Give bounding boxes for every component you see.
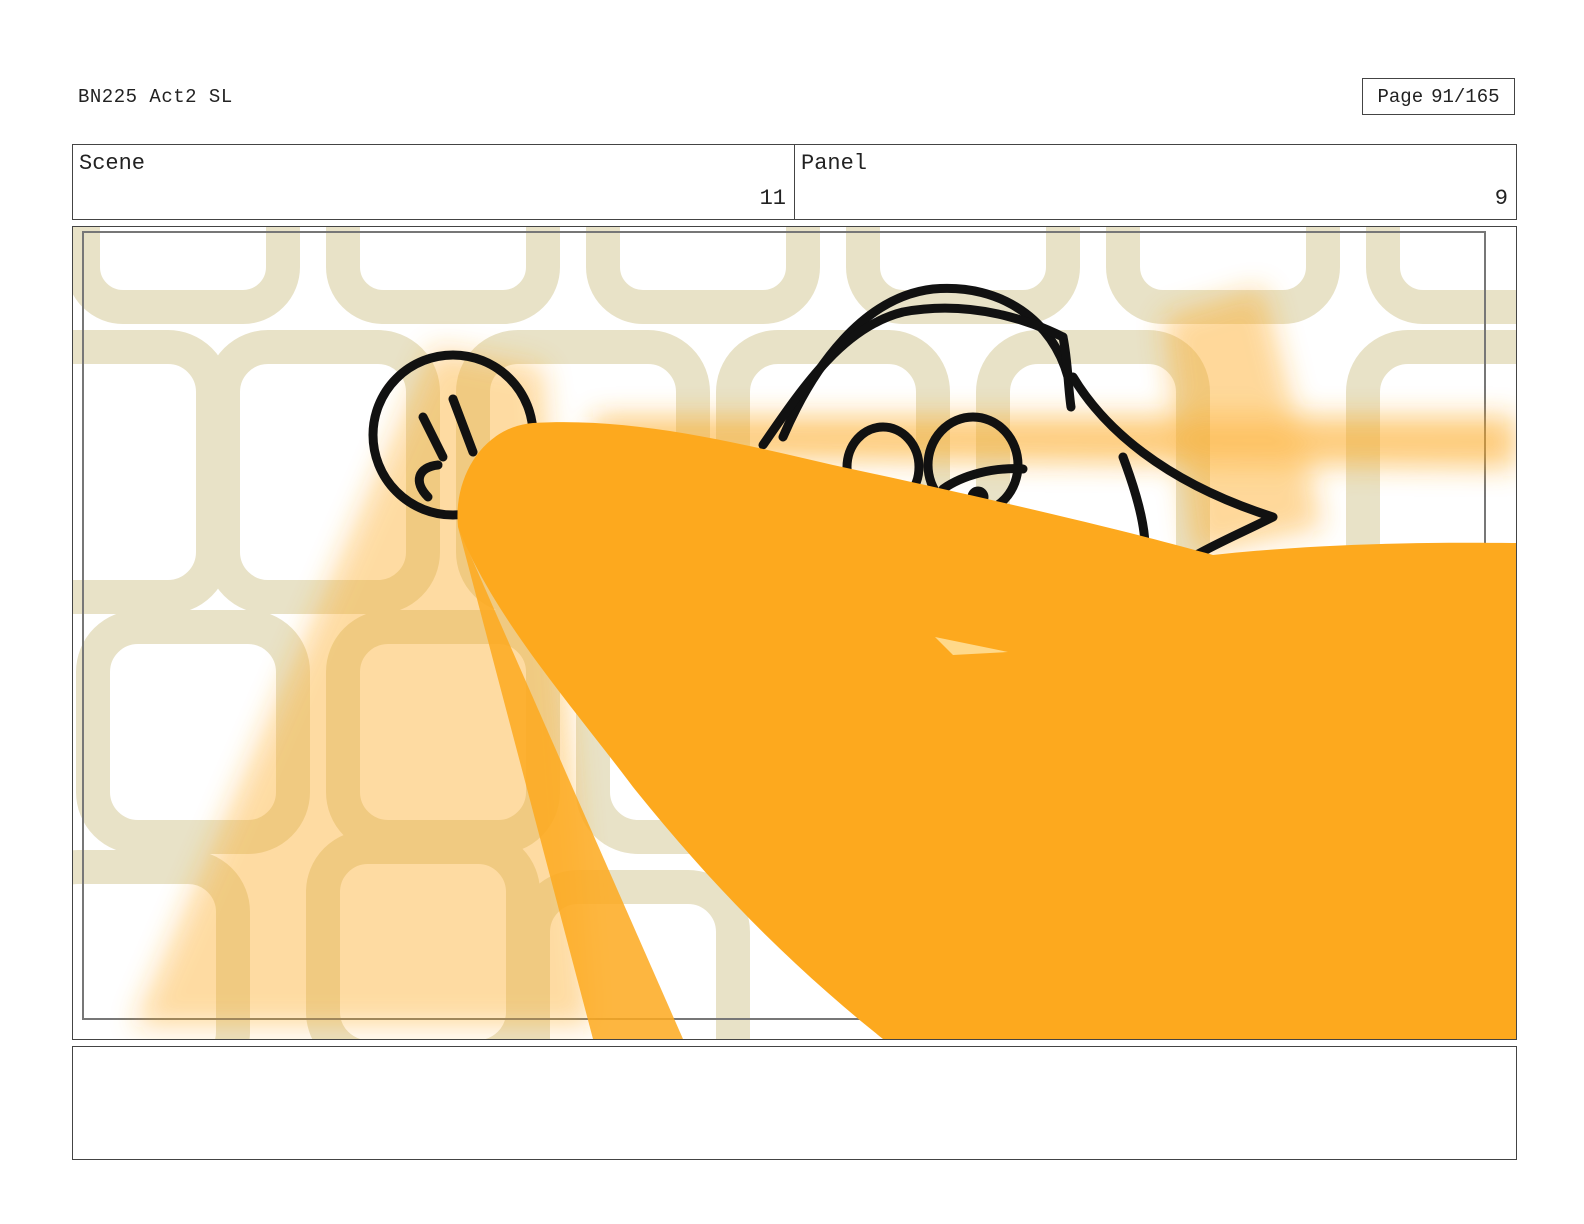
page-number: 91/165: [1431, 85, 1500, 108]
panel-label: Panel: [801, 151, 868, 176]
panel-number: 9: [1494, 186, 1508, 211]
panel-cell: Panel 9: [794, 145, 1516, 219]
scene-cell: Scene 11: [73, 145, 794, 219]
storyboard-panel: [72, 226, 1517, 1040]
caption-box: [72, 1046, 1517, 1160]
scene-number: 11: [759, 186, 786, 211]
document-id: BN225 Act2 SL: [78, 86, 233, 108]
scene-label: Scene: [79, 151, 146, 176]
page-label: Page: [1377, 85, 1424, 108]
page-indicator: Page 91/165: [1362, 78, 1515, 115]
panel-illustration: [73, 227, 1516, 1039]
scene-panel-row: Scene 11 Panel 9: [72, 144, 1517, 220]
